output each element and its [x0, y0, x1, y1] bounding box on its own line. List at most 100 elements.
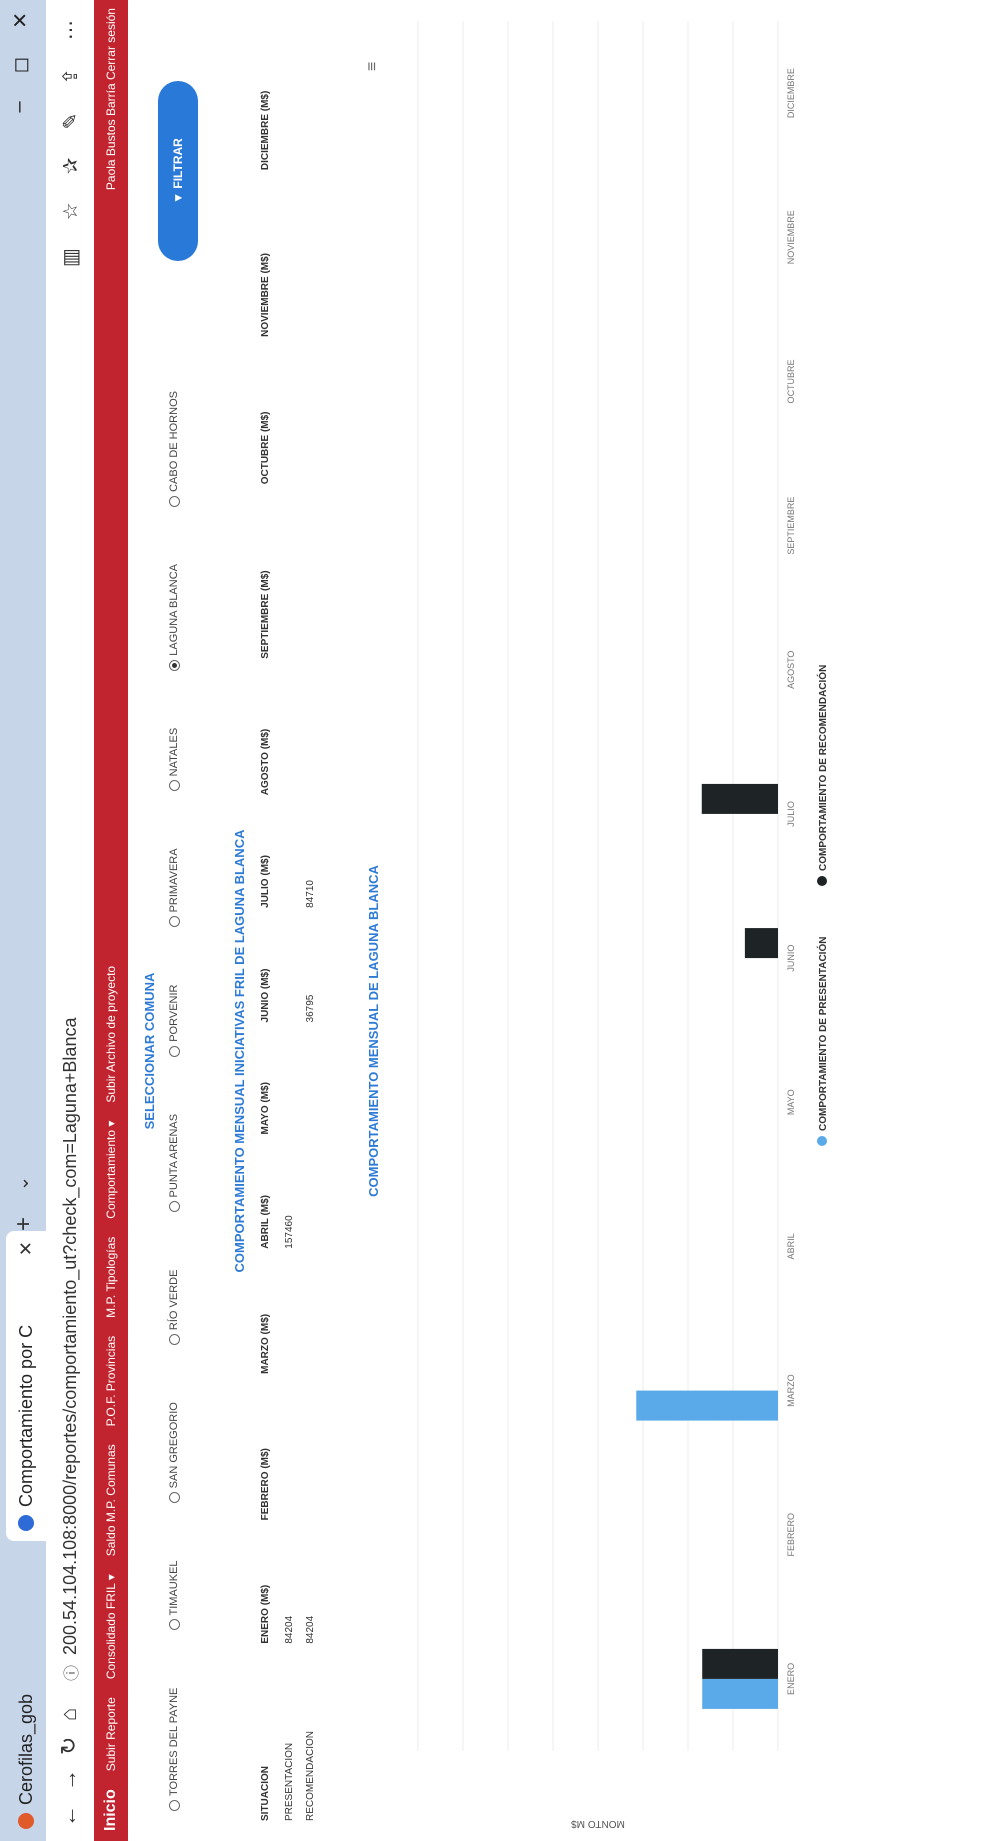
- browser-toolbar: ← → ↻ ⌂ ⓘ 200.54.104.108:8000/reportes/c…: [46, 0, 95, 1841]
- nav-subir-archivo[interactable]: Subir Archivo de proyecto: [104, 966, 118, 1103]
- forward-arrow-icon[interactable]: →: [56, 1769, 82, 1791]
- radio-circle-icon[interactable]: [168, 1619, 180, 1631]
- legend-entry: COMPORTAMIENTO DE PRESENTACIÓN: [816, 937, 829, 1131]
- radio-label: NATALES: [168, 727, 180, 777]
- radio-label: RÍO VERDE: [168, 1269, 180, 1331]
- x-tick-label: ABRIL: [786, 1233, 796, 1259]
- table-cell: [300, 1380, 321, 1526]
- y-axis-label: MONTO M$: [571, 1818, 625, 1829]
- x-tick-label: ENERO: [786, 1663, 796, 1695]
- bar: [701, 783, 778, 814]
- radio-natales[interactable]: NATALES: [168, 728, 180, 792]
- new-tab-button[interactable]: +: [10, 1217, 38, 1231]
- tab-list-button[interactable]: ⌄: [12, 1176, 33, 1191]
- bar: [702, 1678, 778, 1709]
- column-header: OCTUBRE (M$): [260, 411, 271, 485]
- bar: [702, 1648, 778, 1679]
- radio-circle-icon[interactable]: [168, 1201, 180, 1213]
- nav-saldo-mp[interactable]: Saldo M.P. Comunas: [104, 1444, 118, 1556]
- column-header: DICIEMBRE (M$): [260, 90, 271, 171]
- radio-primavera[interactable]: PRIMAVERA: [168, 848, 180, 928]
- radio-circle-icon[interactable]: [168, 1800, 180, 1811]
- radio-punta-arenas[interactable]: PUNTA ARENAS: [168, 1114, 180, 1213]
- radio-label: PORVENIR: [168, 984, 180, 1042]
- column-header: SITUACION: [260, 1766, 271, 1821]
- page-content: SELECCIONAR COMUNA TORRES DEL PAYNE TIMAU…: [128, 0, 989, 1841]
- nav-mp-tipologias[interactable]: M.P. Tipologías: [104, 1237, 118, 1318]
- back-arrow-icon[interactable]: ←: [56, 1805, 82, 1827]
- tab-label: Cerofilas_gob: [15, 1693, 36, 1805]
- more-icon[interactable]: ⋯: [58, 20, 83, 40]
- nav-pof-provincias[interactable]: P.O.F. Provincias: [104, 1336, 118, 1426]
- nav-comportamiento[interactable]: Comportamiento ▾: [104, 1121, 118, 1219]
- table-cell: [279, 1255, 300, 1380]
- table-cell: 84204: [305, 1615, 316, 1644]
- x-tick-label: MARZO: [786, 1374, 796, 1407]
- column-header: MARZO (M$): [260, 1313, 271, 1374]
- radio-label: TORRES DEL PAYNE: [168, 1687, 180, 1796]
- nav-subir-reporte[interactable]: Subir Reporte: [104, 1697, 118, 1771]
- favorite-star-icon[interactable]: ☆: [58, 202, 83, 220]
- radio-label: SAN GREGORIO: [168, 1402, 180, 1489]
- reload-icon[interactable]: ↻: [56, 1737, 82, 1755]
- column-header: FEBRERO (M$): [260, 1448, 271, 1521]
- pen-icon[interactable]: ✎: [58, 113, 83, 130]
- user-session[interactable]: Paola Bustos Barría Cerrar sesión: [104, 8, 118, 190]
- radio-circle-icon[interactable]: [168, 780, 180, 792]
- radio-circle-icon[interactable]: [168, 1492, 180, 1504]
- table-cell: [279, 1028, 300, 1140]
- table-cell: [300, 1028, 321, 1140]
- table-cell: PRESENTACION: [284, 1742, 295, 1821]
- bar: [636, 1390, 779, 1421]
- radio-label: PUNTA ARENAS: [168, 1113, 180, 1198]
- radio-r-o-verde[interactable]: RÍO VERDE: [168, 1270, 180, 1346]
- share-icon[interactable]: ⇪: [58, 68, 83, 85]
- browser-window: Cerofilas_gob Comportamiento por C ✕ + ⌄…: [0, 0, 989, 1841]
- nav-consolidado-fril[interactable]: Consolidado FRIL ▾: [104, 1574, 118, 1679]
- table-cell: [279, 176, 300, 343]
- radio-circle-icon[interactable]: [168, 1045, 180, 1057]
- x-tick-label: DICIEMBRE: [786, 68, 796, 118]
- radio-circle-icon[interactable]: [168, 1334, 180, 1346]
- address-bar[interactable]: ⓘ 200.54.104.108:8000/reportes/comportam…: [54, 381, 86, 1691]
- column-header: JULIO (M$): [260, 855, 271, 908]
- commune-radio-group: TORRES DEL PAYNE TIMAUKEL SAN GREGORIO RÍO …: [168, 391, 180, 1811]
- tab-cerofilas[interactable]: Cerofilas_gob: [6, 1694, 46, 1829]
- x-tick-label: MAYO: [786, 1089, 796, 1115]
- info-icon[interactable]: ⓘ: [58, 1665, 82, 1681]
- x-tick-label: JULIO: [786, 801, 796, 827]
- radio-circle-icon[interactable]: [168, 916, 180, 928]
- filter-button[interactable]: ▼ FILTRAR: [158, 81, 198, 261]
- reading-view-icon[interactable]: ▥: [58, 248, 83, 267]
- radio-torres-del-payne[interactable]: TORRES DEL PAYNE: [168, 1688, 180, 1811]
- radio-cabo-de-hornos[interactable]: CABO DE HORNOS: [168, 391, 180, 507]
- table-cell: [300, 343, 321, 490]
- minimize-button[interactable]: –: [8, 101, 33, 112]
- table-cell: [279, 1380, 300, 1526]
- favorites-list-icon[interactable]: ✰: [58, 158, 83, 175]
- radio-label: LAGUNA BLANCA: [168, 564, 180, 656]
- maximize-button[interactable]: ◻: [8, 57, 33, 74]
- toolbar-icons: ▥ ☆ ✰ ✎ ⇪ ⋯: [58, 20, 83, 267]
- radio-san-gregorio[interactable]: SAN GREGORIO: [168, 1402, 180, 1504]
- radio-porvenir[interactable]: PORVENIR: [168, 985, 180, 1057]
- radio-circle-icon[interactable]: [168, 495, 180, 507]
- radio-circle-icon[interactable]: [168, 659, 180, 671]
- radio-laguna-blanca[interactable]: LAGUNA BLANCA: [168, 564, 180, 671]
- site-favicon-icon: [18, 1515, 34, 1531]
- radio-label: PRIMAVERA: [168, 848, 180, 913]
- x-tick-label: AGOSTO: [786, 651, 796, 689]
- home-icon[interactable]: ⌂: [56, 1708, 82, 1721]
- column-header: ABRIL (M$): [260, 1195, 271, 1249]
- table-cell: [279, 343, 300, 490]
- close-window-button[interactable]: ✕: [8, 12, 33, 29]
- tab-close-icon[interactable]: ✕: [16, 1241, 37, 1256]
- tab-comportamiento[interactable]: Comportamiento por C ✕: [6, 1231, 46, 1541]
- legend-marker: [817, 1136, 827, 1146]
- column-header: AGOSTO (M$): [260, 728, 271, 796]
- radio-timaukel[interactable]: TIMAUKEL: [168, 1560, 180, 1631]
- nav-home[interactable]: Inicio: [102, 1789, 120, 1831]
- table-cell: [300, 17, 321, 176]
- table-cell: [300, 490, 321, 664]
- monthly-table: SITUACION ENERO (M$) FEBRERO (M$) MARZO (M$…: [252, 17, 321, 1827]
